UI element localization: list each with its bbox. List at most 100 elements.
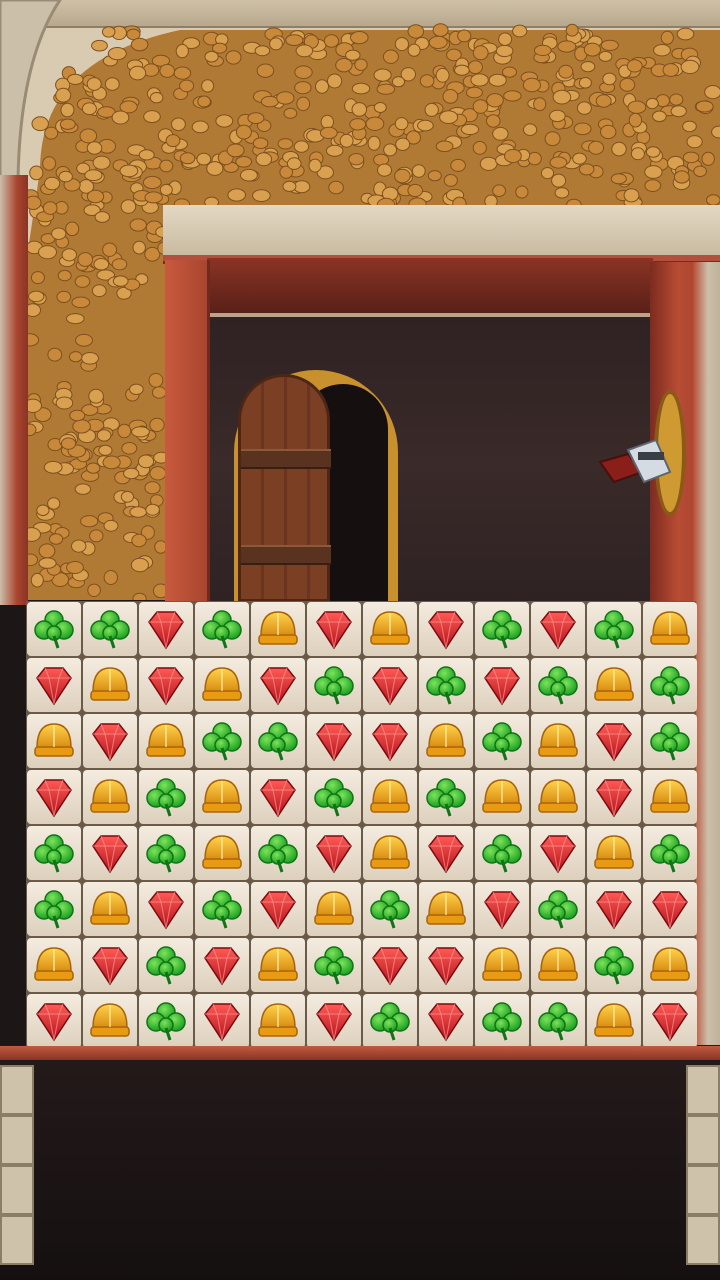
board-tile-clover[interactable] (363, 994, 417, 1048)
board-tile-gem[interactable] (139, 882, 193, 936)
board-tile-clover[interactable] (139, 994, 193, 1048)
knight-character[interactable] (598, 432, 678, 492)
board-tile-helmet[interactable] (531, 714, 585, 768)
board-tile-gem[interactable] (307, 826, 361, 880)
board-tile-gem[interactable] (83, 938, 137, 992)
board-tile-helmet[interactable] (251, 938, 305, 992)
board-tile-gem[interactable] (643, 994, 697, 1048)
clover-icon (34, 610, 74, 649)
board-tile-clover[interactable] (363, 882, 417, 936)
board-tile-clover[interactable] (643, 658, 697, 712)
board-tile-clover[interactable] (531, 882, 585, 936)
board-tile-gem[interactable] (83, 826, 137, 880)
board-tile-gem[interactable] (531, 826, 585, 880)
board-tile-helmet[interactable] (27, 938, 81, 992)
board-tile-gem[interactable] (419, 602, 473, 656)
board-tile-gem[interactable] (307, 714, 361, 768)
board-tile-clover[interactable] (139, 938, 193, 992)
board-tile-clover[interactable] (83, 602, 137, 656)
board-tile-clover[interactable] (27, 826, 81, 880)
board-tile-gem[interactable] (363, 658, 417, 712)
board-tile-clover[interactable] (307, 938, 361, 992)
board-tile-clover[interactable] (419, 770, 473, 824)
board-tile-helmet[interactable] (587, 826, 641, 880)
board-tile-helmet[interactable] (475, 938, 529, 992)
board-tile-helmet[interactable] (195, 770, 249, 824)
board-tile-clover[interactable] (475, 602, 529, 656)
board-tile-gem[interactable] (475, 882, 529, 936)
board-tile-clover[interactable] (531, 994, 585, 1048)
board-tile-clover[interactable] (475, 994, 529, 1048)
board-tile-clover[interactable] (419, 658, 473, 712)
board-tile-helmet[interactable] (475, 770, 529, 824)
board-tile-clover[interactable] (587, 938, 641, 992)
board-tile-gem[interactable] (251, 882, 305, 936)
board-tile-gem[interactable] (251, 658, 305, 712)
board-tile-helmet[interactable] (419, 714, 473, 768)
board-tile-gem[interactable] (307, 602, 361, 656)
board-tile-clover[interactable] (587, 602, 641, 656)
board-tile-clover[interactable] (251, 714, 305, 768)
board-tile-helmet[interactable] (83, 658, 137, 712)
board-tile-gem[interactable] (251, 770, 305, 824)
board-tile-gem[interactable] (419, 994, 473, 1048)
board-tile-gem[interactable] (643, 882, 697, 936)
board-tile-helmet[interactable] (419, 882, 473, 936)
board-tile-clover[interactable] (139, 826, 193, 880)
board-tile-gem[interactable] (195, 938, 249, 992)
board-tile-clover[interactable] (195, 714, 249, 768)
board-tile-helmet[interactable] (251, 602, 305, 656)
board-tile-helmet[interactable] (307, 882, 361, 936)
board-tile-clover[interactable] (475, 714, 529, 768)
board-tile-clover[interactable] (475, 826, 529, 880)
board-tile-helmet[interactable] (363, 770, 417, 824)
board-tile-helmet[interactable] (27, 714, 81, 768)
board-tile-helmet[interactable] (587, 658, 641, 712)
board-tile-gem[interactable] (27, 994, 81, 1048)
board-tile-helmet[interactable] (83, 770, 137, 824)
board-tile-helmet[interactable] (363, 826, 417, 880)
board-tile-gem[interactable] (587, 770, 641, 824)
board-tile-clover[interactable] (139, 770, 193, 824)
board-tile-gem[interactable] (27, 770, 81, 824)
board-tile-gem[interactable] (475, 658, 529, 712)
board-tile-helmet[interactable] (139, 714, 193, 768)
board-tile-gem[interactable] (195, 994, 249, 1048)
board-tile-helmet[interactable] (643, 602, 697, 656)
board-tile-gem[interactable] (27, 658, 81, 712)
wooden-door[interactable] (238, 374, 331, 602)
board-tile-helmet[interactable] (531, 770, 585, 824)
board-tile-helmet[interactable] (195, 826, 249, 880)
board-tile-gem[interactable] (363, 938, 417, 992)
board-tile-helmet[interactable] (363, 602, 417, 656)
board-tile-helmet[interactable] (643, 938, 697, 992)
board-tile-helmet[interactable] (251, 994, 305, 1048)
board-tile-gem[interactable] (531, 602, 585, 656)
board-tile-gem[interactable] (419, 826, 473, 880)
board-tile-clover[interactable] (195, 882, 249, 936)
board-tile-clover[interactable] (643, 714, 697, 768)
board-tile-clover[interactable] (531, 658, 585, 712)
board-tile-clover[interactable] (307, 770, 361, 824)
board-tile-gem[interactable] (83, 714, 137, 768)
board-tile-clover[interactable] (643, 826, 697, 880)
board-tile-clover[interactable] (307, 658, 361, 712)
board-tile-clover[interactable] (27, 602, 81, 656)
helmet-icon (90, 1003, 130, 1037)
board-tile-gem[interactable] (587, 882, 641, 936)
board-tile-gem[interactable] (587, 714, 641, 768)
board-tile-clover[interactable] (27, 882, 81, 936)
board-tile-gem[interactable] (307, 994, 361, 1048)
board-tile-gem[interactable] (139, 602, 193, 656)
board-tile-helmet[interactable] (643, 770, 697, 824)
board-tile-helmet[interactable] (83, 882, 137, 936)
board-tile-gem[interactable] (419, 938, 473, 992)
board-tile-gem[interactable] (139, 658, 193, 712)
board-tile-clover[interactable] (251, 826, 305, 880)
board-tile-gem[interactable] (363, 714, 417, 768)
board-tile-clover[interactable] (195, 602, 249, 656)
board-tile-helmet[interactable] (195, 658, 249, 712)
board-tile-helmet[interactable] (587, 994, 641, 1048)
board-tile-helmet[interactable] (531, 938, 585, 992)
board-tile-helmet[interactable] (83, 994, 137, 1048)
